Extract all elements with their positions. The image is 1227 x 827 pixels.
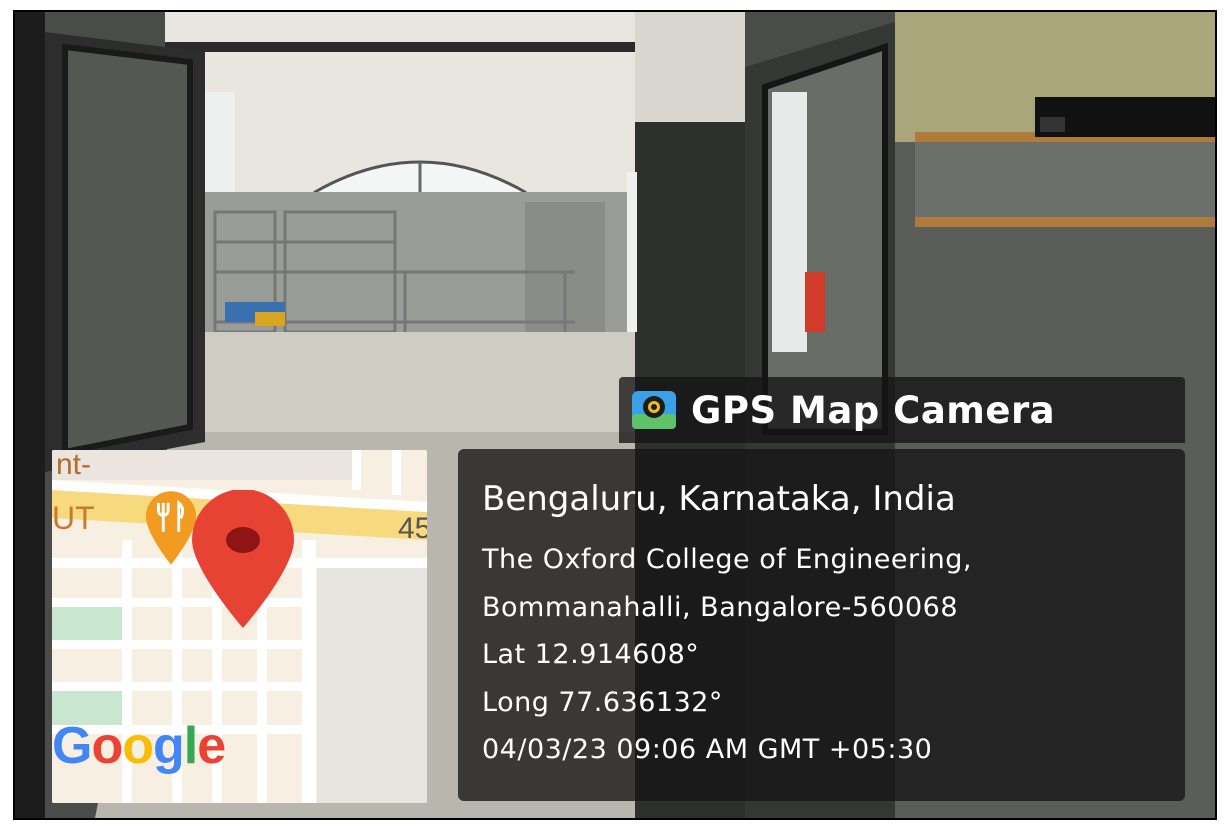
latitude: Lat 12.914608° bbox=[482, 639, 700, 670]
watermark-header: GPS Map Camera bbox=[619, 377, 1185, 443]
app-name: GPS Map Camera bbox=[691, 388, 1056, 432]
longitude: Long 77.636132° bbox=[482, 687, 723, 718]
address-line-1: The Oxford College of Engineering, bbox=[482, 544, 972, 575]
mini-map: nt- UT 45 Google bbox=[52, 450, 427, 803]
address-line-2: Bommanahalli, Bangalore-560068 bbox=[482, 592, 958, 623]
location-info-panel: Bengaluru, Karnataka, India The Oxford C… bbox=[458, 449, 1185, 801]
map-label-fragment-2: UT bbox=[52, 500, 95, 536]
photo: GPS Map Camera Bengaluru, Karnataka, Ind… bbox=[13, 10, 1217, 820]
photo-frame: GPS Map Camera Bengaluru, Karnataka, Ind… bbox=[0, 0, 1227, 827]
gps-camera-app-icon bbox=[632, 391, 676, 429]
road-number: 45 bbox=[398, 512, 427, 545]
datetime: 04/03/23 09:06 AM GMT +05:30 bbox=[482, 734, 933, 765]
map-pin-icon bbox=[192, 490, 294, 628]
map-label-fragment-1: nt- bbox=[56, 450, 92, 481]
google-logo: Google bbox=[52, 717, 226, 775]
city-line: Bengaluru, Karnataka, India bbox=[482, 479, 956, 519]
